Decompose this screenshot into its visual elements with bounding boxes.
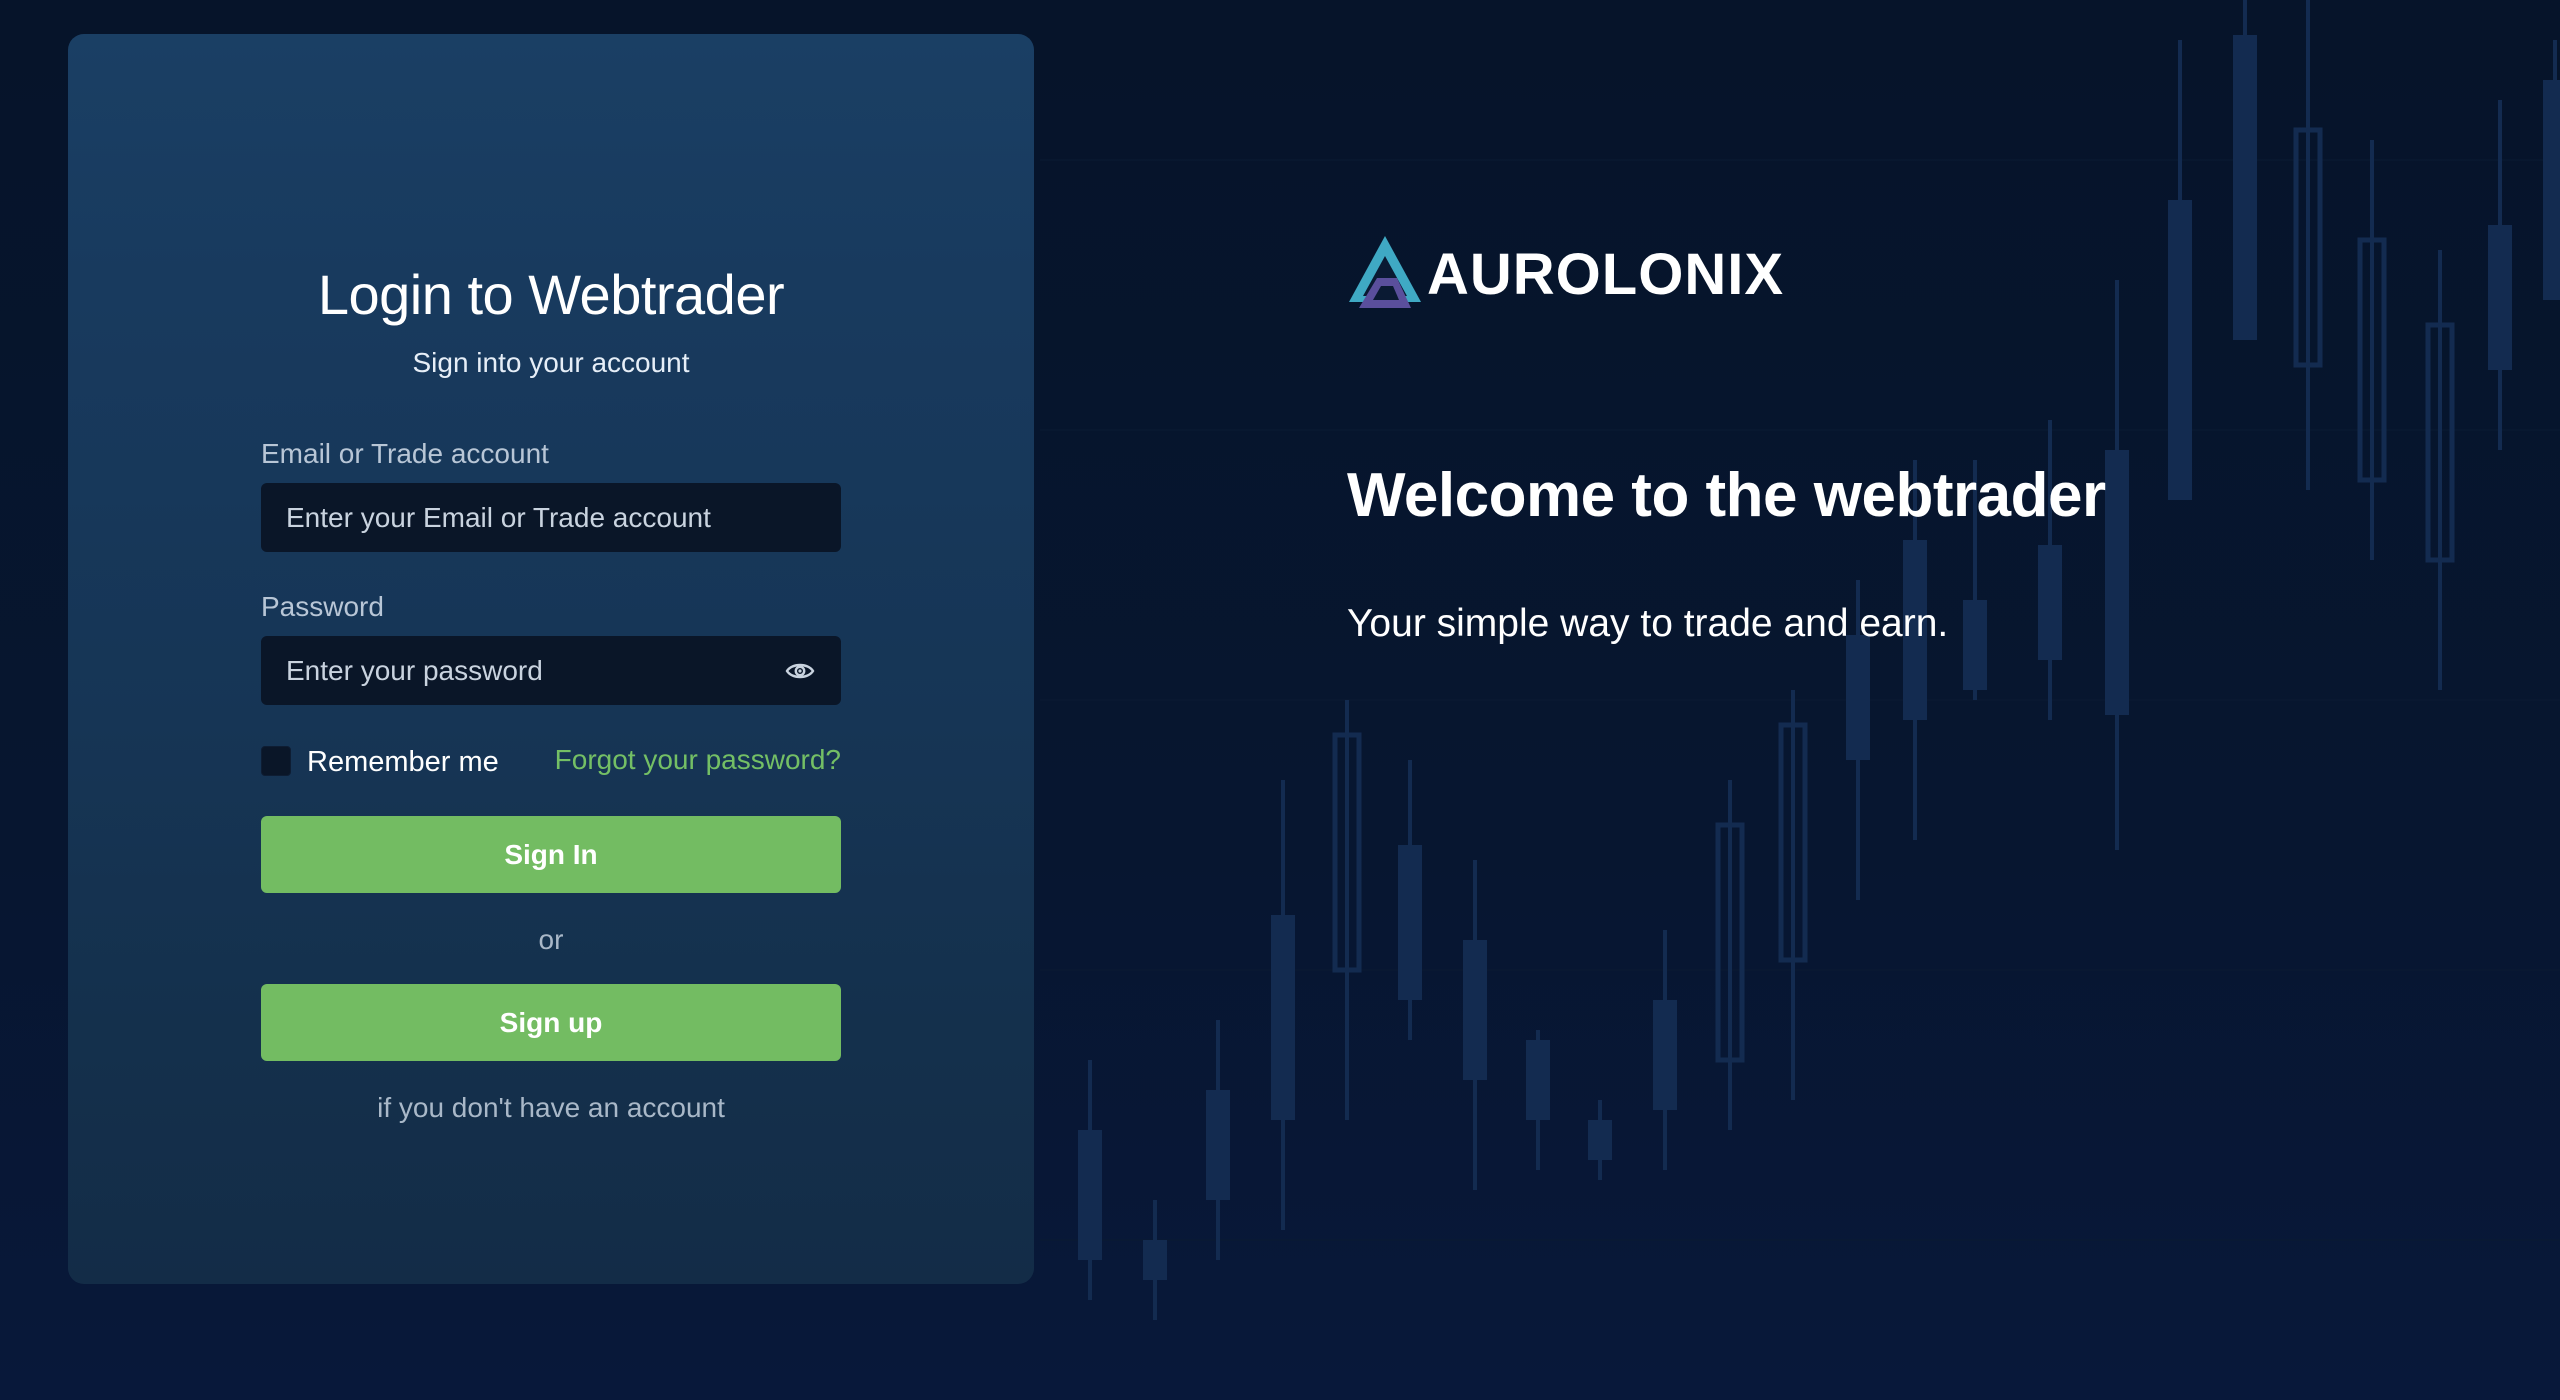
background-candle (1653, 930, 1677, 1170)
sign-in-button[interactable]: Sign In (261, 816, 841, 893)
password-input[interactable] (286, 654, 784, 687)
background-candle (1078, 1060, 1102, 1300)
welcome-subtitle: Your simple way to trade and earn. (1347, 602, 1949, 645)
background-candle (2425, 250, 2455, 690)
remember-checkbox[interactable] (261, 746, 291, 776)
background-candle (2168, 40, 2192, 500)
login-subtitle: Sign into your account (412, 347, 690, 378)
background-candle (1143, 1200, 1167, 1320)
email-label: Email or Trade account (261, 438, 549, 469)
background-candle (2233, 0, 2257, 340)
forgot-password-link[interactable]: Forgot your password? (555, 744, 841, 776)
background-candle (1463, 860, 1487, 1190)
background-candle (1588, 1100, 1612, 1180)
background-candle (2105, 280, 2129, 850)
background-candle (1778, 690, 1808, 1100)
eye-icon[interactable] (784, 659, 816, 683)
background-candle (2293, 0, 2323, 490)
background-candle (2543, 40, 2560, 300)
background-candle (1398, 760, 1422, 1040)
background-candle (1526, 1030, 1550, 1170)
welcome-title: Welcome to the webtrader (1347, 461, 2106, 530)
sign-up-button[interactable]: Sign up (261, 984, 841, 1061)
background-candle (1271, 780, 1295, 1230)
email-input[interactable] (286, 501, 816, 534)
brand-name: AUROLONIX (1427, 241, 1784, 307)
login-card: Login to Webtrader Sign into your accoun… (68, 34, 1034, 1284)
brand-logo: AUROLONIX (1347, 234, 1784, 314)
remember-label[interactable]: Remember me (307, 746, 499, 779)
login-title: Login to Webtrader (317, 263, 785, 326)
background-candle (1715, 780, 1745, 1130)
triangle-logo-icon (1347, 232, 1423, 317)
password-label: Password (261, 591, 384, 622)
email-input-box[interactable] (261, 483, 841, 552)
background-candle (1332, 700, 1362, 1120)
password-input-box[interactable] (261, 636, 841, 705)
signup-hint: if you don't have an account (377, 1092, 725, 1123)
login-page: Login to Webtrader Sign into your accoun… (0, 0, 2560, 1400)
remember-row: Remember me Forgot your password? (261, 744, 841, 780)
background-candle (1206, 1020, 1230, 1260)
background-candle (2488, 100, 2512, 450)
or-divider: or (538, 924, 564, 955)
background-candle (2357, 140, 2387, 560)
